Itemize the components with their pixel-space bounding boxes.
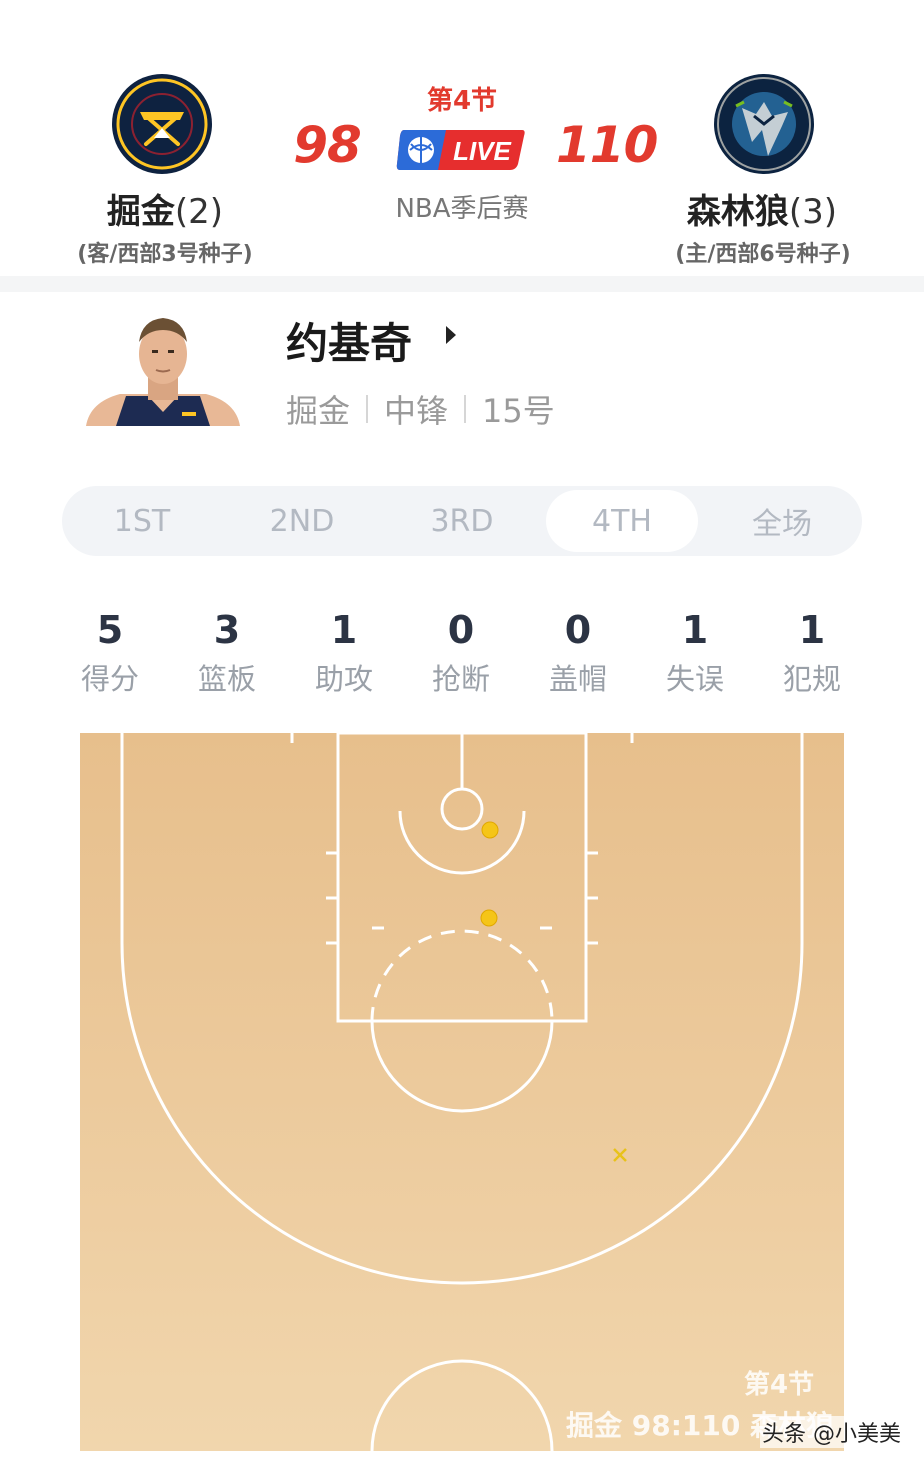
league-name: NBA季后赛 — [395, 194, 529, 224]
home-team-logo[interactable] — [712, 72, 816, 180]
stat-blocks: 0 盖帽 — [528, 608, 628, 698]
live-broadcast-icon: LIVE — [396, 130, 525, 170]
tab-2nd[interactable]: 2ND — [226, 490, 378, 552]
meta-divider — [366, 395, 369, 423]
stat-label: 失误 — [665, 662, 724, 696]
basketball-court-icon — [80, 731, 844, 1452]
player-team: 掘金 — [286, 392, 351, 430]
away-team-logo[interactable] — [110, 72, 214, 180]
watermark-period: 第4节 — [744, 1370, 815, 1400]
home-team-seed: (主/西部6号种子) — [675, 242, 851, 267]
caret-right-icon — [446, 326, 456, 344]
shot-chart — [80, 731, 844, 1452]
home-team-name[interactable]: 森林狼(3) — [664, 184, 860, 233]
shot-made-marker[interactable] — [480, 909, 498, 927]
section-divider — [0, 276, 924, 292]
stat-value: 3 — [213, 608, 241, 652]
stat-turnovers: 1 失误 — [645, 608, 745, 698]
stat-label: 犯规 — [782, 662, 841, 696]
player-avatar[interactable] — [86, 312, 240, 426]
player-number: 15号 — [482, 392, 555, 430]
stat-value: 1 — [798, 608, 826, 652]
tab-3rd[interactable]: 3RD — [386, 490, 538, 552]
player-photo-icon — [86, 318, 240, 426]
game-period: 第4节 — [426, 86, 498, 116]
nuggets-logo-icon — [112, 74, 212, 174]
stat-rebounds: 3 篮板 — [177, 608, 277, 698]
tab-4th[interactable]: 4TH — [546, 490, 698, 552]
stat-value: 0 — [564, 608, 592, 652]
stat-assists: 1 助攻 — [294, 608, 394, 698]
home-team-label: 森林狼 — [686, 192, 789, 232]
live-badge[interactable]: LIVE — [396, 128, 526, 176]
stat-label: 得分 — [80, 662, 139, 696]
stat-value: 5 — [96, 608, 124, 652]
away-score: 98 — [293, 116, 362, 174]
away-team-label: 掘金 — [106, 192, 175, 232]
stat-points: 5 得分 — [60, 608, 160, 698]
stat-value: 1 — [681, 608, 709, 652]
player-name[interactable]: 约基奇 — [286, 310, 412, 371]
stat-fouls: 1 犯规 — [762, 608, 862, 698]
stat-label: 盖帽 — [548, 662, 607, 696]
tab-1st[interactable]: 1ST — [66, 490, 218, 552]
home-series-wins: (3) — [788, 192, 838, 232]
timberwolves-logo-icon — [714, 74, 814, 174]
stat-value: 0 — [447, 608, 475, 652]
shot-made-marker[interactable] — [481, 821, 499, 839]
player-meta: 掘金 中锋 15号 — [286, 386, 555, 432]
away-team-name[interactable]: 掘金(2) — [70, 184, 260, 233]
period-tabs: 1ST 2ND 3RD 4TH 全场 — [62, 486, 862, 556]
stat-label: 助攻 — [314, 662, 373, 696]
stat-steals: 0 抢断 — [411, 608, 511, 698]
stat-label: 抢断 — [431, 662, 490, 696]
stat-label: 篮板 — [197, 662, 256, 696]
meta-divider — [464, 395, 467, 423]
live-label: LIVE — [453, 136, 511, 166]
away-series-wins: (2) — [174, 192, 224, 232]
source-watermark: 头条 @小美美 — [760, 1416, 903, 1448]
player-position: 中锋 — [384, 392, 449, 430]
player-detail-arrow[interactable] — [444, 324, 458, 350]
away-team-seed: (客/西部3号种子) — [77, 242, 253, 267]
stat-value: 1 — [330, 608, 358, 652]
home-score: 110 — [556, 116, 658, 174]
tab-full-game[interactable]: 全场 — [706, 490, 858, 552]
